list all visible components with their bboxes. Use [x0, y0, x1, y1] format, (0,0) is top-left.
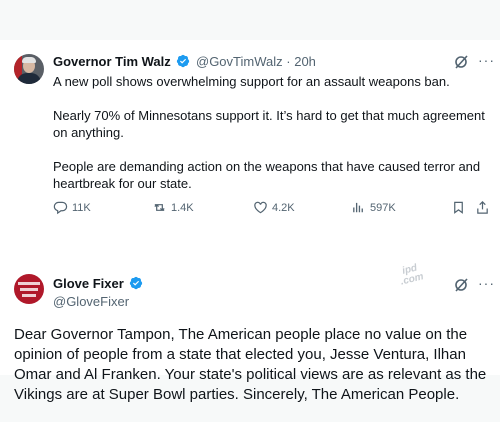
separator: · — [286, 54, 291, 69]
tweet-paragraph: Nearly 70% of Minnesotans support it. It… — [53, 108, 485, 140]
like-button[interactable]: 4.2K — [253, 200, 295, 215]
author-name[interactable]: Glove Fixer — [53, 276, 124, 291]
like-icon — [253, 200, 268, 215]
tweet-reply[interactable]: Glove Fixer @GloveFixer ipd .com ··· Dea… — [0, 225, 500, 403]
tweet-header: Governor Tim Walz @GovTimWalz · 20h — [53, 54, 316, 72]
author-handle[interactable]: @GloveFixer — [53, 294, 129, 309]
reply-icon — [53, 200, 68, 215]
share-button[interactable] — [475, 200, 490, 215]
avatar[interactable] — [14, 54, 44, 84]
verified-badge-icon — [176, 54, 190, 72]
more-icon[interactable]: ··· — [478, 52, 495, 68]
tweet-paragraph: People are demanding action on the weapo… — [53, 159, 481, 191]
views-button[interactable]: 597K — [351, 200, 396, 215]
timeline-card: Governor Tim Walz @GovTimWalz · 20h ··· … — [0, 40, 500, 403]
grok-icon[interactable] — [453, 54, 469, 75]
views-icon — [351, 200, 366, 215]
tweet-text: Dear Governor Tampon, The American peopl… — [14, 326, 487, 403]
reply-count: 11K — [72, 201, 91, 214]
tweet-text: A new poll shows overwhelming support fo… — [53, 73, 493, 209]
bookmark-button[interactable] — [451, 200, 466, 215]
grok-icon[interactable] — [453, 277, 469, 298]
tweet-actions: 11K 1.4K 4.2K 597K — [53, 200, 493, 218]
views-count: 597K — [370, 201, 396, 214]
author-name[interactable]: Governor Tim Walz — [53, 54, 171, 69]
reply-button[interactable]: 11K — [53, 200, 91, 215]
repost-icon — [152, 200, 167, 215]
repost-button[interactable]: 1.4K — [152, 200, 194, 215]
like-count: 4.2K — [272, 201, 295, 214]
tweet-governor[interactable]: Governor Tim Walz @GovTimWalz · 20h ··· … — [0, 40, 500, 225]
author-name-row: Glove Fixer — [53, 276, 145, 293]
avatar[interactable] — [14, 274, 44, 304]
tweet-paragraph: A new poll shows overwhelming support fo… — [53, 74, 450, 89]
watermark: ipd .com — [399, 262, 425, 288]
timestamp[interactable]: 20h — [294, 54, 316, 69]
bookmark-icon — [451, 200, 466, 215]
share-icon — [475, 200, 490, 215]
verified-badge-icon — [129, 276, 143, 293]
more-icon[interactable]: ··· — [478, 275, 495, 291]
author-handle[interactable]: @GovTimWalz — [196, 54, 283, 69]
repost-count: 1.4K — [171, 201, 194, 214]
